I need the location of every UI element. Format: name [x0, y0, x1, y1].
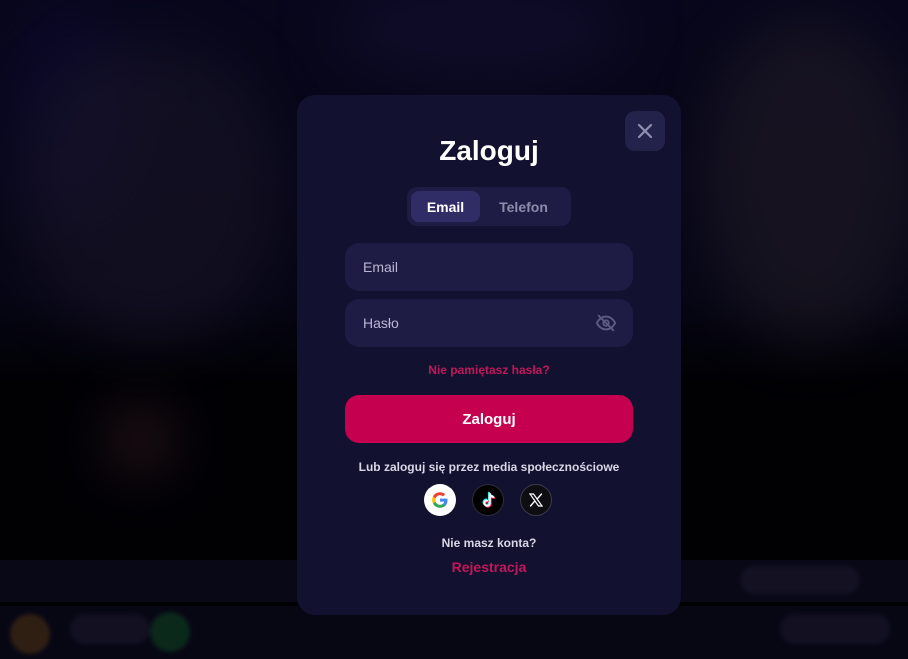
- no-account-text: Nie masz konta?: [441, 536, 537, 550]
- forgot-password-link[interactable]: Nie pamiętasz hasła?: [297, 363, 681, 377]
- x-logo-icon: [528, 493, 544, 507]
- login-method-tabs: Email Telefon: [407, 187, 571, 226]
- register-link[interactable]: Rejestracja: [297, 559, 681, 575]
- google-icon: [432, 492, 448, 508]
- password-input[interactable]: [361, 314, 595, 332]
- tiktok-login-button[interactable]: [472, 484, 504, 516]
- eye-off-icon[interactable]: [595, 312, 617, 334]
- login-button[interactable]: Zaloguj: [345, 395, 633, 443]
- password-field-wrapper: [345, 299, 633, 347]
- modal-title: Zaloguj: [439, 135, 539, 166]
- login-modal: Zaloguj Email Telefon Nie pamiętasz hasł…: [297, 95, 681, 615]
- tab-email[interactable]: Email: [411, 191, 480, 222]
- x-login-button[interactable]: [520, 484, 552, 516]
- email-field-wrapper: [345, 243, 633, 291]
- tab-phone[interactable]: Telefon: [480, 191, 567, 222]
- social-login-prompt: Lub zaloguj się przez media społeczności…: [358, 460, 620, 474]
- social-login-buttons: [424, 484, 552, 516]
- tiktok-icon: [482, 491, 496, 508]
- email-input[interactable]: [361, 258, 617, 276]
- google-login-button[interactable]: [424, 484, 456, 516]
